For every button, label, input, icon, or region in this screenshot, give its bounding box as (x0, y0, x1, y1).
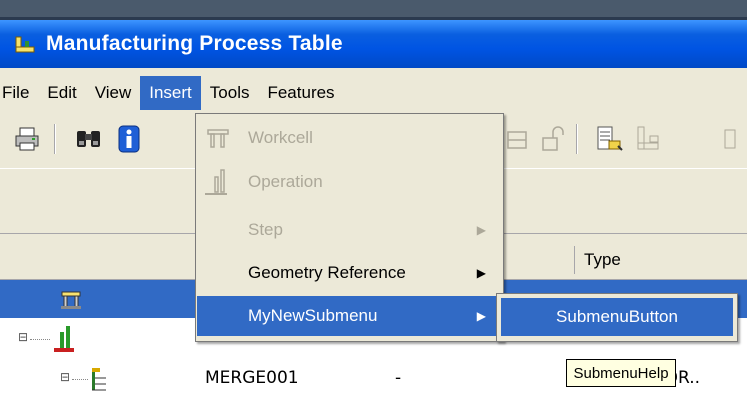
print-icon[interactable] (10, 122, 44, 156)
step-icon (88, 366, 110, 399)
menu-item-mynewsubmenu[interactable]: MyNewSubmenu ▶ (197, 296, 502, 336)
menu-item-label: Operation (248, 172, 323, 191)
menu-item-label: Geometry Reference (248, 263, 406, 282)
workcell-icon (203, 123, 233, 153)
menu-item-geometry-reference[interactable]: Geometry Reference ▶ (197, 253, 502, 293)
operation-icon (52, 324, 78, 359)
tree-line (72, 379, 88, 380)
window-title-bar[interactable]: Manufacturing Process Table (0, 20, 747, 68)
menu-item-label: Workcell (248, 128, 313, 147)
layer-icon[interactable] (632, 122, 666, 156)
menu-item-label: MyNewSubmenu (248, 306, 378, 325)
tooltip: SubmenuHelp (566, 359, 676, 387)
submenu-arrow-icon: ▶ (476, 309, 486, 323)
column-divider[interactable] (574, 246, 575, 274)
tree-collapse-icon[interactable]: ⊟ (60, 370, 70, 384)
column-header-type[interactable]: Type (584, 250, 621, 270)
background-window-strip (0, 0, 747, 20)
submenu-arrow-icon: ▶ (476, 266, 486, 280)
info-icon[interactable] (112, 122, 146, 156)
more-toolbar-icon[interactable] (714, 122, 747, 156)
window-title: Manufacturing Process Table (46, 32, 343, 55)
menu-tools[interactable]: Tools (201, 76, 259, 110)
unlock-icon[interactable] (536, 122, 570, 156)
mpt-app-icon (12, 31, 38, 57)
row-name: MERGE001 (205, 368, 299, 388)
submenu-button[interactable]: SubmenuButton (501, 298, 733, 336)
menu-view[interactable]: View (86, 76, 141, 110)
tree-line (30, 339, 50, 340)
menu-file[interactable]: File (0, 76, 38, 110)
menu-edit[interactable]: Edit (38, 76, 85, 110)
submenu-arrow-icon: ▶ (476, 223, 486, 237)
insert-menu-dropdown: Workcell Operation Step ▶ Geometry Refer… (195, 113, 504, 342)
box-outline-icon[interactable] (500, 122, 534, 156)
operation-icon (203, 167, 233, 197)
menu-bar: File Edit View Insert Tools Features (0, 74, 747, 112)
menu-item-operation[interactable]: Operation (197, 162, 502, 202)
tree-collapse-icon[interactable]: ⊟ (18, 330, 28, 344)
binoculars-icon[interactable] (72, 122, 106, 156)
layer-edit-icon[interactable] (592, 122, 626, 156)
mynewsubmenu-submenu: SubmenuButton (496, 293, 738, 342)
menu-item-label: Step (248, 220, 283, 239)
toolbar-separator (576, 124, 578, 154)
menu-item-step[interactable]: Step ▶ (197, 210, 502, 250)
workcell-icon (58, 286, 84, 317)
menu-insert[interactable]: Insert (140, 76, 201, 110)
menu-features[interactable]: Features (258, 76, 343, 110)
row-dash: - (395, 368, 402, 388)
menu-item-workcell[interactable]: Workcell (197, 118, 502, 158)
toolbar-separator (54, 124, 56, 154)
